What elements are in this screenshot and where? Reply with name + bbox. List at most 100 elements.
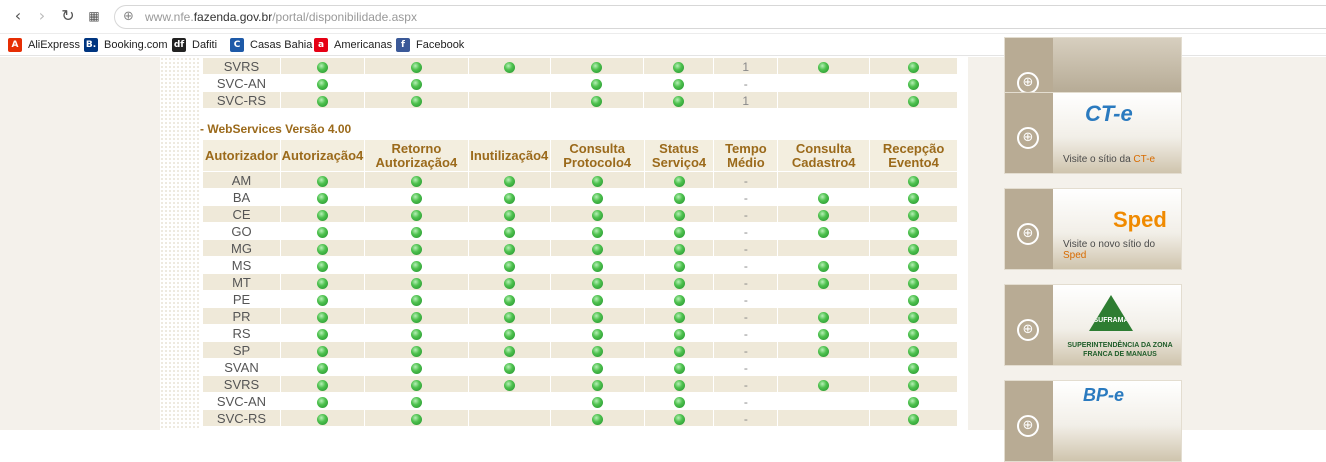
status-online-icon bbox=[410, 413, 422, 425]
table-header-row: Autorizador Autorização4 Retorno Autorizaç… bbox=[202, 139, 958, 172]
status-online-icon bbox=[908, 260, 920, 272]
status-online-icon bbox=[591, 209, 603, 221]
content-pattern bbox=[160, 57, 200, 430]
status-online-icon bbox=[591, 328, 603, 340]
table-cell bbox=[777, 239, 871, 257]
status-online-icon bbox=[316, 277, 328, 289]
column-header: Autorizador bbox=[202, 139, 281, 172]
globe-icon: ⊕ bbox=[1017, 415, 1039, 437]
sidebar-promo-link[interactable]: ⊕ Sped Visite o novo sítio do Sped bbox=[1004, 188, 1182, 270]
cell-value: - bbox=[743, 292, 748, 307]
table-cell bbox=[363, 188, 469, 206]
status-online-icon bbox=[673, 243, 685, 255]
url-text[interactable]: www.nfe.fazenda.gov.br/portal/disponibil… bbox=[145, 10, 417, 24]
sidebar-promo-link[interactable]: ⊕ CT-e Visite o sítio da CT-e bbox=[1004, 92, 1182, 174]
table-cell bbox=[643, 91, 715, 109]
bookmark-aliexpress[interactable]: A AliExpress bbox=[8, 37, 80, 53]
status-online-icon bbox=[503, 311, 515, 323]
table-cell bbox=[777, 171, 871, 189]
table-cell: - bbox=[713, 409, 779, 427]
table-cell bbox=[279, 392, 365, 410]
status-online-icon bbox=[591, 78, 603, 90]
sidebar-promo-link[interactable]: ⊕ SUFRAMA SUPERINTENDÊNCIA DA ZONA FRANCA … bbox=[1004, 284, 1182, 366]
table-cell bbox=[549, 409, 645, 427]
table-cell bbox=[363, 91, 469, 109]
table-cell bbox=[363, 307, 469, 325]
table-cell bbox=[869, 188, 958, 206]
bookmark-favicon-icon: a bbox=[314, 38, 328, 52]
status-online-icon bbox=[591, 379, 603, 391]
column-header: Consulta Protocolo4 bbox=[549, 139, 645, 172]
status-online-icon bbox=[316, 362, 328, 374]
table-row: SVC-RS 1 bbox=[202, 91, 958, 109]
bookmark-dafiti[interactable]: df Dafiti bbox=[172, 37, 217, 53]
status-online-icon bbox=[316, 226, 328, 238]
promo-text: Visite o novo sítio do Sped bbox=[1063, 239, 1156, 261]
status-online-icon bbox=[673, 294, 685, 306]
status-online-icon bbox=[410, 277, 422, 289]
table-cell bbox=[279, 290, 365, 308]
forward-icon[interactable]: › bbox=[32, 6, 52, 26]
status-online-icon bbox=[908, 226, 920, 238]
status-table-v4: Autorizador Autorização4 Retorno Autorizaç… bbox=[202, 139, 958, 427]
bookmark-favicon-icon: df bbox=[172, 38, 186, 52]
table-cell bbox=[777, 205, 871, 223]
cell-value: - bbox=[743, 76, 748, 91]
site-info-icon[interactable]: ⊕ bbox=[123, 9, 139, 25]
bookmark-label: AliExpress bbox=[28, 39, 80, 51]
bookmark-facebook[interactable]: f Facebook bbox=[396, 37, 464, 53]
status-online-icon bbox=[908, 362, 920, 374]
table-cell bbox=[643, 392, 715, 410]
address-bar[interactable]: ⊕ www.nfe.fazenda.gov.br/portal/disponib… bbox=[114, 5, 1326, 29]
row-authorizer-name: MG bbox=[202, 239, 281, 257]
table-cell: - bbox=[713, 375, 779, 393]
promo-logo: CT-e bbox=[1085, 101, 1133, 126]
status-online-icon bbox=[410, 61, 422, 73]
status-online-icon bbox=[503, 226, 515, 238]
table-cell: - bbox=[713, 239, 779, 257]
globe-icon: ⊕ bbox=[1017, 127, 1039, 149]
status-online-icon bbox=[316, 294, 328, 306]
status-online-icon bbox=[673, 61, 685, 73]
table-cell bbox=[643, 273, 715, 291]
row-authorizer-name: SVC-AN bbox=[202, 392, 281, 410]
status-online-icon bbox=[503, 260, 515, 272]
bookmark-americanas[interactable]: a Americanas bbox=[314, 37, 392, 53]
promo-logo: BP-e bbox=[1083, 385, 1125, 405]
bookmark-label: Americanas bbox=[334, 39, 393, 51]
table-cell bbox=[279, 205, 365, 223]
status-online-icon bbox=[908, 277, 920, 289]
status-online-icon bbox=[316, 260, 328, 272]
bookmark-label: Casas Bahia bbox=[250, 39, 313, 51]
status-online-icon bbox=[316, 345, 328, 357]
row-authorizer-name: PR bbox=[202, 307, 281, 325]
bookmark-booking-com[interactable]: B. Booking.com bbox=[84, 37, 168, 53]
table-cell bbox=[777, 222, 871, 240]
bookmark-label: Booking.com bbox=[104, 39, 168, 51]
table-cell bbox=[869, 222, 958, 240]
status-online-icon bbox=[410, 345, 422, 357]
cell-value: - bbox=[743, 224, 748, 239]
back-icon[interactable]: ‹ bbox=[8, 6, 28, 26]
table-cell bbox=[869, 256, 958, 274]
reload-icon[interactable]: ↻ bbox=[58, 6, 78, 26]
table-row: SVRS - bbox=[202, 375, 958, 393]
table-row: MS - bbox=[202, 256, 958, 274]
row-authorizer-name: SVC-AN bbox=[202, 74, 281, 92]
table-cell bbox=[549, 341, 645, 359]
table-cell bbox=[549, 91, 645, 109]
apps-icon[interactable]: ▦ bbox=[84, 6, 104, 26]
bookmark-casas-bahia[interactable]: C Casas Bahia bbox=[230, 37, 312, 53]
status-online-icon bbox=[818, 226, 830, 238]
status-online-icon bbox=[591, 396, 603, 408]
table-cell bbox=[363, 375, 469, 393]
sidebar-promo-link[interactable]: ⊕ BP-e bbox=[1004, 380, 1182, 462]
table-cell bbox=[467, 307, 551, 325]
table-cell: - bbox=[713, 324, 779, 342]
table-cell: - bbox=[713, 358, 779, 376]
table-cell bbox=[643, 188, 715, 206]
table-cell bbox=[643, 341, 715, 359]
table-cell bbox=[643, 205, 715, 223]
table-cell bbox=[467, 341, 551, 359]
table-cell bbox=[643, 324, 715, 342]
